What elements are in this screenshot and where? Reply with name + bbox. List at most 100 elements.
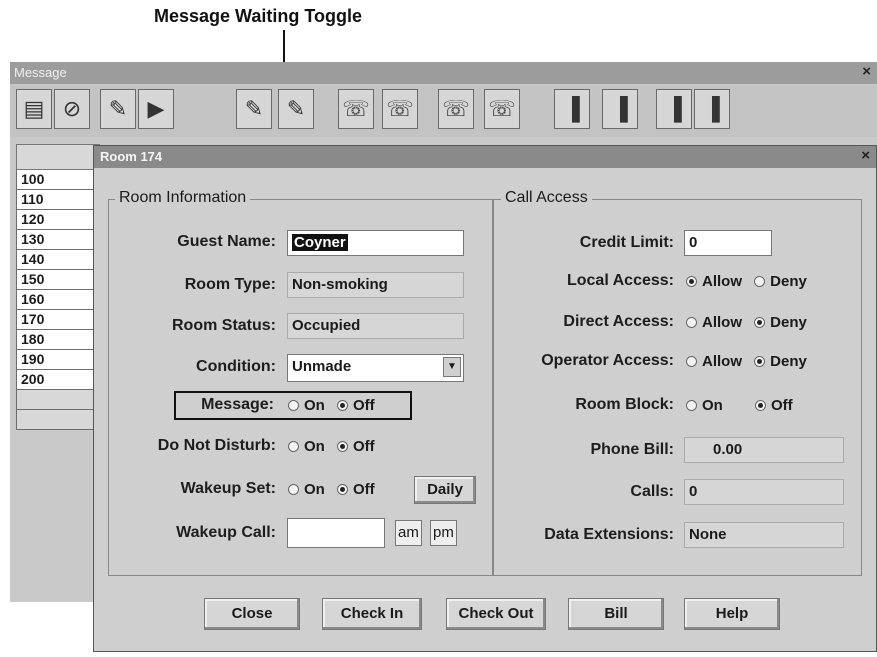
condition-label: Condition: [196,358,276,375]
data-extensions-value: None [684,522,844,548]
operator-allow-radio[interactable]: Allow [686,353,742,370]
wakeup-on-radio[interactable]: On [288,481,325,498]
phone-multi-icon[interactable]: ☏ [484,89,520,129]
pm-toggle[interactable]: pm [430,520,457,546]
phone-dial-icon[interactable]: ☏ [438,89,474,129]
radio-checked-icon [755,400,767,411]
call-access-title: Call Access [501,189,592,207]
wakeup-set-radio-group: On Off [288,481,383,499]
room-row-empty[interactable] [16,410,100,430]
check-out-button[interactable]: Check Out [446,598,546,630]
direct-allow-radio[interactable]: Allow [686,314,742,331]
local-access-label: Local Access: [566,272,674,289]
door-icon[interactable]: ▶ [138,89,174,129]
operator-access-label: Operator Access: [541,352,674,369]
door-key-icon[interactable]: ▐ [656,89,692,129]
message-radio-group: On Off [288,397,383,415]
room-dialog: Room 174 × Room Information Guest Name: … [93,145,877,652]
radio-icon [686,400,697,411]
credit-limit-input[interactable]: 0 [684,230,772,256]
room-type-label: Room Type: [184,276,276,293]
room-row-160[interactable]: 160 [16,290,100,310]
room-row-190[interactable]: 190 [16,350,100,370]
room-row-100[interactable]: 100 [16,170,100,190]
bill-button[interactable]: Bill [568,598,664,630]
room-row-110[interactable]: 110 [16,190,100,210]
radio-checked-icon [686,276,697,287]
room-row-120[interactable]: 120 [16,210,100,230]
dnd-radio-group: On Off [288,438,383,456]
room-row-140[interactable]: 140 [16,250,100,270]
message-on-radio[interactable]: On [288,397,325,414]
wakeup-call-input[interactable] [287,518,385,548]
room-row-130[interactable]: 130 [16,230,100,250]
room-row-200[interactable]: 200 [16,370,100,390]
no-entry-icon[interactable]: ⊘ [54,89,90,129]
phone-no-icon[interactable]: ☏ [338,89,374,129]
message-board-icon[interactable]: ▤ [16,89,52,129]
room-block-off-radio[interactable]: Off [755,397,793,414]
local-allow-radio[interactable]: Allow [686,273,742,290]
message-label: Message: [201,396,274,413]
room-list: 100 110 120 130 140 150 160 170 180 190 … [16,144,100,430]
dnd-off-radio[interactable]: Off [337,438,375,455]
room-row-150[interactable]: 150 [16,270,100,290]
direct-access-label: Direct Access: [563,313,674,330]
dnd-on-radio[interactable]: On [288,438,325,455]
door-exit-icon[interactable]: ▐ [554,89,590,129]
message-window-titlebar: Message × [10,62,877,84]
room-block-label: Room Block: [575,396,674,413]
phone-bill-label: Phone Bill: [590,441,674,458]
room-row-170[interactable]: 170 [16,310,100,330]
condition-select[interactable]: Unmade ▼ [287,354,464,382]
radio-icon [288,484,299,495]
radio-icon [288,441,299,452]
help-button[interactable]: Help [684,598,780,630]
pencil-key-icon[interactable]: ✎ [236,89,272,129]
room-dialog-title: Room 174 [100,149,163,164]
door-in-icon[interactable]: ▐ [602,89,638,129]
operator-deny-label: Deny [770,353,807,370]
pencil-phone-icon[interactable]: ✎ [278,89,314,129]
check-in-button[interactable]: Check In [322,598,422,630]
message-on-label: On [304,397,325,414]
close-button[interactable]: Close [204,598,300,630]
wakeup-off-radio[interactable]: Off [337,481,375,498]
room-type-value: Non-smoking [287,272,464,298]
message-window-close-icon[interactable]: × [862,63,871,80]
message-off-radio[interactable]: Off [337,397,375,414]
radio-checked-icon [754,356,766,367]
guest-name-label: Guest Name: [177,233,276,250]
direct-deny-radio[interactable]: Deny [754,314,807,331]
chevron-down-icon[interactable]: ▼ [443,357,461,377]
wakeup-on-label: On [304,481,325,498]
phone-wakeup-icon[interactable]: ☏ [382,89,418,129]
room-dialog-titlebar: Room 174 × [94,146,876,168]
radio-checked-icon [754,317,766,328]
wakeup-call-label: Wakeup Call: [176,524,276,541]
wakeup-set-label: Wakeup Set: [180,480,276,497]
guest-name-field[interactable]: Coyner [287,230,464,256]
room-block-on-radio[interactable]: On [686,397,723,414]
door-check-icon[interactable]: ▐ [694,89,730,129]
room-block-on-label: On [702,397,723,414]
radio-checked-icon [337,441,349,452]
room-status-label: Room Status: [172,317,276,334]
radio-checked-icon [337,400,349,411]
daily-button[interactable]: Daily [414,476,476,504]
room-block-radio-group: On Off [686,397,801,415]
operator-deny-radio[interactable]: Deny [754,353,807,370]
room-status-value: Occupied [287,313,464,339]
room-row-180[interactable]: 180 [16,330,100,350]
room-row-empty[interactable] [16,390,100,410]
pencil-icon[interactable]: ✎ [100,89,136,129]
room-dialog-close-icon[interactable]: × [861,147,870,164]
radio-icon [754,276,766,287]
am-toggle[interactable]: am [395,520,422,546]
credit-limit-label: Credit Limit: [579,234,674,251]
local-deny-radio[interactable]: Deny [754,273,807,290]
room-list-header [16,144,100,170]
local-deny-label: Deny [770,273,807,290]
call-access-group: Call Access [492,189,862,576]
message-window-title: Message [14,65,67,80]
